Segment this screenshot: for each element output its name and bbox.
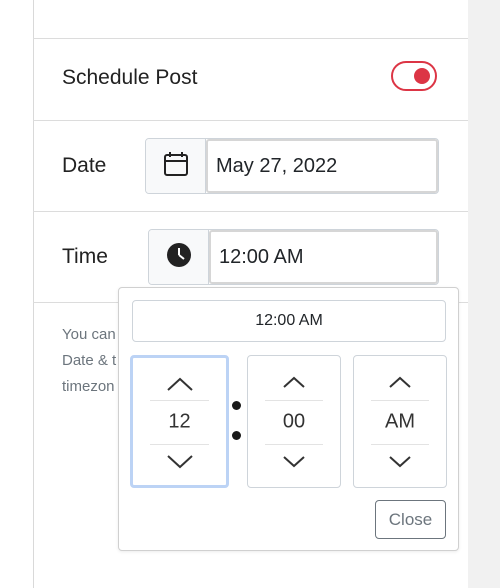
schedule-post-toggle[interactable] (391, 61, 437, 91)
date-input-group: May 27, 2022 (145, 138, 439, 194)
schedule-post-label: Schedule Post (62, 66, 198, 89)
page-background-right (468, 0, 500, 588)
time-label: Time (62, 245, 108, 268)
left-divider (33, 0, 34, 588)
period-spinner[interactable]: AM (353, 355, 447, 488)
help-text-line: Date & t (62, 352, 117, 369)
minute-value[interactable]: 00 (248, 410, 340, 433)
help-text-line: You can (62, 326, 116, 343)
help-text-line: timezon (62, 378, 115, 395)
spinner-divider (371, 444, 429, 445)
colon-separator-dot (232, 431, 241, 440)
date-addon[interactable] (146, 139, 206, 193)
chevron-up-icon (283, 376, 305, 388)
section-divider (33, 38, 468, 39)
clock-icon (166, 242, 192, 273)
spinner-divider (150, 444, 209, 445)
chevron-down-icon (389, 456, 411, 468)
colon-separator-dot (232, 401, 241, 410)
time-addon[interactable] (149, 230, 209, 284)
time-input[interactable]: 12:00 AM (209, 230, 438, 284)
spinner-divider (150, 400, 209, 401)
hour-up-button[interactable] (164, 374, 196, 394)
chevron-up-icon (389, 376, 411, 388)
section-divider (33, 211, 468, 212)
toggle-knob (414, 68, 430, 84)
hour-value[interactable]: 12 (133, 410, 226, 433)
period-value[interactable]: AM (354, 410, 446, 433)
hour-down-button[interactable] (164, 452, 196, 472)
spinner-divider (265, 400, 323, 401)
hour-spinner[interactable]: 12 (130, 355, 229, 488)
help-text: You can Date & t timezon (62, 322, 122, 400)
chevron-down-icon (166, 455, 193, 469)
minute-up-button[interactable] (278, 372, 310, 392)
chevron-up-icon (166, 377, 193, 391)
chevron-down-icon (283, 456, 305, 468)
spinner-divider (371, 400, 429, 401)
time-input-group: 12:00 AM (148, 229, 439, 285)
minute-spinner[interactable]: 00 (247, 355, 341, 488)
section-divider (33, 120, 468, 121)
time-picker-popover: 12:00 AM 12 00 AM Close (118, 287, 459, 551)
period-down-button[interactable] (384, 452, 416, 472)
spinner-divider (265, 444, 323, 445)
minute-down-button[interactable] (278, 452, 310, 472)
date-input[interactable]: May 27, 2022 (206, 139, 438, 193)
date-label: Date (62, 154, 107, 177)
time-picker-display: 12:00 AM (132, 300, 446, 342)
calendar-icon (163, 151, 189, 182)
close-button[interactable]: Close (375, 500, 446, 539)
period-up-button[interactable] (384, 372, 416, 392)
